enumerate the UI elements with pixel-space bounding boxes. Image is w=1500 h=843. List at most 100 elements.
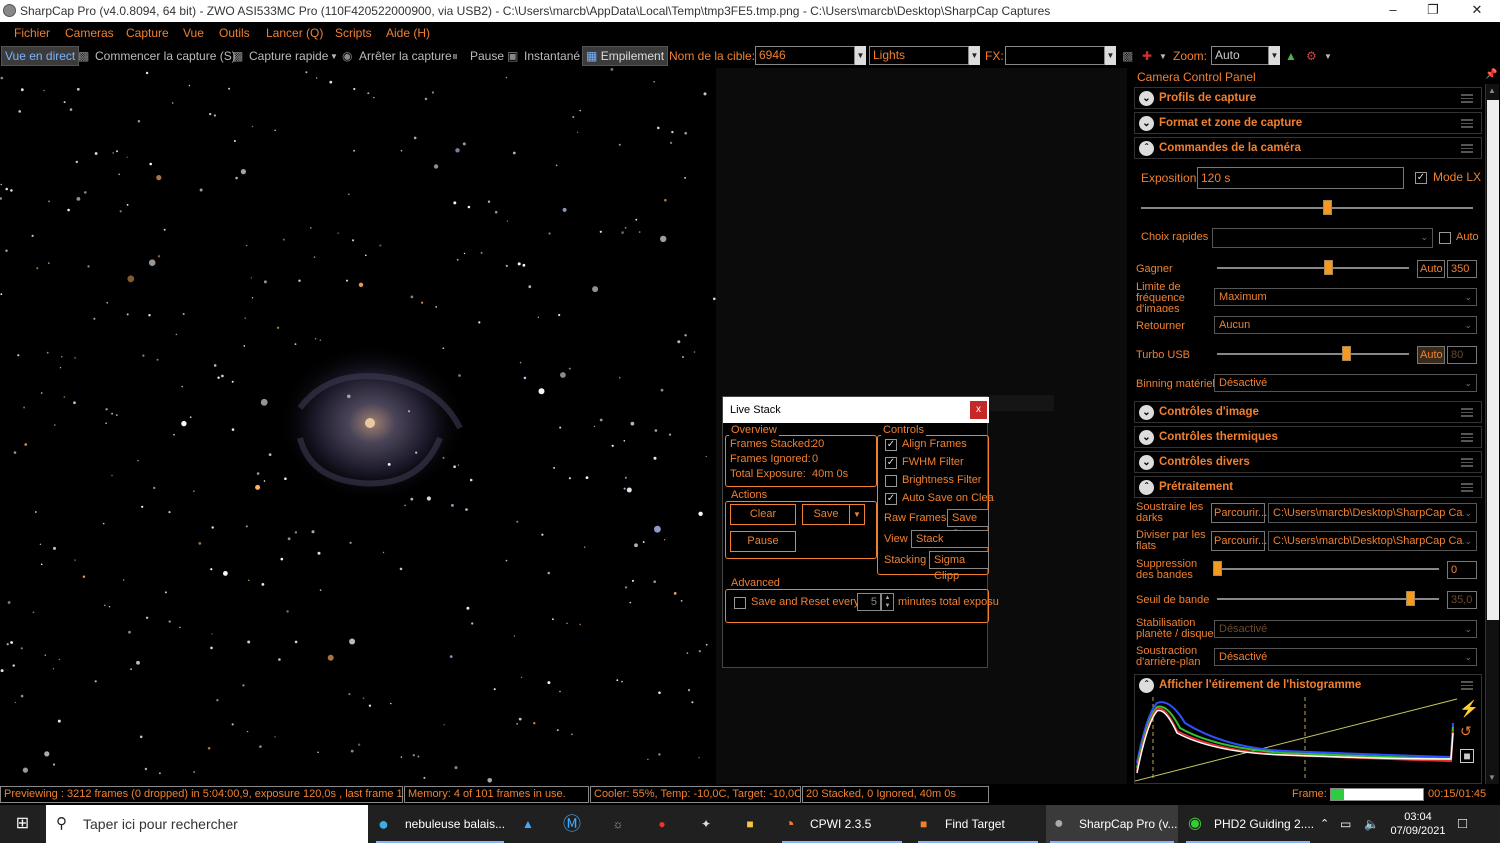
usb-value-input[interactable]: 80 xyxy=(1447,346,1477,364)
banding-slider[interactable] xyxy=(1217,568,1439,570)
pause-button[interactable]: Pause xyxy=(470,49,504,63)
menu-cameras[interactable]: Cameras xyxy=(65,26,114,40)
fx-arrow[interactable]: ▼ xyxy=(1105,46,1116,65)
taskbar-item-phd2[interactable]: ◉ PHD2 Guiding 2.... xyxy=(1182,805,1314,843)
save-reset-checkbox[interactable] xyxy=(734,597,746,609)
menu-vue[interactable]: Vue xyxy=(183,26,204,40)
app-icon[interactable]: ▲ xyxy=(512,805,544,843)
live-stack-button[interactable]: ▦ Empilement xyxy=(582,46,669,66)
background-select[interactable]: Désactivé ⌄ xyxy=(1214,648,1477,666)
usb-turbo-slider-thumb[interactable] xyxy=(1341,346,1351,361)
auto-save-checkbox[interactable]: ✓ xyxy=(885,493,897,505)
section-image-controls[interactable]: ⌄ Contrôles d'image xyxy=(1134,401,1482,423)
clear-button[interactable]: Clear xyxy=(730,504,796,525)
lx-mode-checkbox[interactable]: ✓ xyxy=(1415,172,1427,184)
battery-icon[interactable]: ▭ xyxy=(1340,805,1358,843)
windows-start-icon[interactable]: ⊞ xyxy=(0,805,45,843)
quick-choice-auto-checkbox[interactable] xyxy=(1439,232,1451,244)
start-capture-button[interactable]: Commencer la capture (S) xyxy=(95,49,236,63)
banding-value-input[interactable]: 0 xyxy=(1447,561,1477,579)
chevron-up-icon[interactable]: ⌃ xyxy=(1320,805,1336,843)
app-icon[interactable]: ● xyxy=(646,805,678,843)
chevron-down-icon[interactable]: ▼ xyxy=(1324,52,1332,61)
chevron-down-icon[interactable]: ▼ xyxy=(1159,52,1167,61)
section-format[interactable]: ⌄ Format et zone de capture xyxy=(1134,112,1482,134)
pin-icon[interactable]: 📌 xyxy=(1485,69,1497,80)
save-button[interactable]: Save xyxy=(802,504,850,525)
target-dropdown-arrow[interactable]: ▼ xyxy=(855,46,866,65)
quick-choice-select[interactable]: ⌄ xyxy=(1212,228,1433,248)
chevron-down-icon[interactable]: ▼ xyxy=(330,52,338,61)
darks-path-select[interactable]: C:\Users\marcb\Desktop\SharpCap Ca... ⌄ xyxy=(1268,503,1477,523)
image-viewer[interactable] xyxy=(0,68,716,784)
clock[interactable]: 03:04 07/09/2021 xyxy=(1390,805,1446,843)
target-name-input[interactable]: 6946 xyxy=(755,46,855,65)
gain-value-input[interactable]: 350 xyxy=(1447,260,1477,278)
live-view-button[interactable]: Vue en direct xyxy=(1,46,80,66)
view-select[interactable]: Stack xyxy=(911,530,989,548)
frame-type-select[interactable]: Lights xyxy=(869,46,969,65)
section-camera-controls[interactable]: ˆ Commandes de la caméra xyxy=(1134,137,1482,159)
quick-capture-button[interactable]: Capture rapide xyxy=(249,49,328,63)
zoom-arrow[interactable]: ▼ xyxy=(1269,46,1280,65)
taskbar-item-find-target[interactable]: ■ Find Target xyxy=(914,805,1042,843)
scroll-thumb[interactable] xyxy=(1487,100,1499,620)
taskbar-search[interactable]: ⚲ Taper ici pour rechercher xyxy=(46,805,368,843)
menu-capture[interactable]: Capture xyxy=(126,26,169,40)
band-threshold-input[interactable]: 35,0 xyxy=(1447,591,1477,609)
gain-slider-thumb[interactable] xyxy=(1324,260,1334,275)
darks-browse-button[interactable]: Parcourir... xyxy=(1211,503,1267,523)
stabilize-select[interactable]: Désactivé ⌄ xyxy=(1214,620,1477,638)
exposure-slider-thumb[interactable] xyxy=(1322,200,1332,215)
crosshair-icon[interactable]: ✚ xyxy=(1142,49,1152,63)
app-icon[interactable]: Ⓜ xyxy=(556,805,588,843)
volume-icon[interactable]: 🔈 xyxy=(1364,805,1382,843)
section-misc[interactable]: ⌄ Contrôles divers xyxy=(1134,451,1482,473)
scroll-up-icon[interactable]: ▲ xyxy=(1488,86,1496,95)
usb-auto-button[interactable]: Auto xyxy=(1417,346,1445,364)
app-icon[interactable]: ☼ xyxy=(602,805,634,843)
app-icon[interactable]: ✦ xyxy=(690,805,722,843)
stop-capture-button[interactable]: Arrêter la capture xyxy=(359,49,452,63)
notification-icon[interactable]: □ xyxy=(1458,805,1484,843)
stacking-select[interactable]: Sigma Clipp xyxy=(929,551,989,582)
flip-select[interactable]: Aucun ⌄ xyxy=(1214,316,1477,334)
flats-path-select[interactable]: C:\Users\marcb\Desktop\SharpCap Ca... ⌄ xyxy=(1268,531,1477,551)
align-frames-checkbox[interactable]: ✓ xyxy=(885,439,897,451)
frame-rate-select[interactable]: Maximum ⌄ xyxy=(1214,288,1477,306)
taskbar-item-cpwi[interactable]: ◔ CPWI 2.3.5 xyxy=(778,805,906,843)
section-thermal[interactable]: ⌄ Contrôles thermiques xyxy=(1134,426,1482,448)
settings-icon[interactable]: ⚙ xyxy=(1306,49,1317,63)
section-capture-profiles[interactable]: ⌄ Profils de capture xyxy=(1134,87,1482,109)
flats-browse-button[interactable]: Parcourir... xyxy=(1211,531,1267,551)
restore-button[interactable]: ❐ xyxy=(1410,0,1456,22)
binning-select[interactable]: Désactivé ⌄ xyxy=(1214,374,1477,392)
menu-outils[interactable]: Outils xyxy=(219,26,250,40)
fx-select[interactable] xyxy=(1005,46,1105,65)
menu-lancer[interactable]: Lancer (Q) xyxy=(266,26,323,40)
reset-minutes-spinner[interactable]: ▲ ▼ xyxy=(881,593,894,611)
histogram-chart[interactable] xyxy=(1135,693,1459,783)
scroll-down-icon[interactable]: ▼ xyxy=(1488,773,1496,782)
pause-stack-button[interactable]: Pause xyxy=(730,531,796,552)
usb-turbo-slider[interactable] xyxy=(1217,353,1409,355)
taskbar-item-sharpcap[interactable]: ● SharpCap Pro (v... xyxy=(1046,805,1178,843)
folder-icon[interactable]: ■ xyxy=(734,805,766,843)
panel-scrollbar[interactable]: ▲ ▼ xyxy=(1485,84,1499,784)
reset-minutes-input[interactable]: 5 xyxy=(857,593,881,611)
reset-icon[interactable]: ↺ xyxy=(1460,723,1472,740)
menu-scripts[interactable]: Scripts xyxy=(335,26,372,40)
lightning-icon[interactable]: ⚡ xyxy=(1459,699,1479,719)
gain-auto-button[interactable]: Auto xyxy=(1417,260,1445,278)
grid-icon[interactable]: ▩ xyxy=(1122,49,1133,63)
menu-aide[interactable]: Aide (H) xyxy=(386,26,430,40)
raw-frames-select[interactable]: Save St xyxy=(947,509,989,540)
menu-fichier[interactable]: Fichier xyxy=(14,26,50,40)
banding-slider-thumb[interactable] xyxy=(1213,561,1222,576)
brightness-filter-checkbox[interactable] xyxy=(885,475,897,487)
exposure-slider[interactable] xyxy=(1141,207,1473,209)
section-histogram[interactable]: ˆ Afficher l'étirement de l'histogramme … xyxy=(1134,674,1482,784)
frame-type-arrow[interactable]: ▼ xyxy=(969,46,980,65)
save-options-arrow[interactable]: ▼ xyxy=(849,504,865,525)
histogram-icon[interactable]: ▲ xyxy=(1285,49,1297,63)
